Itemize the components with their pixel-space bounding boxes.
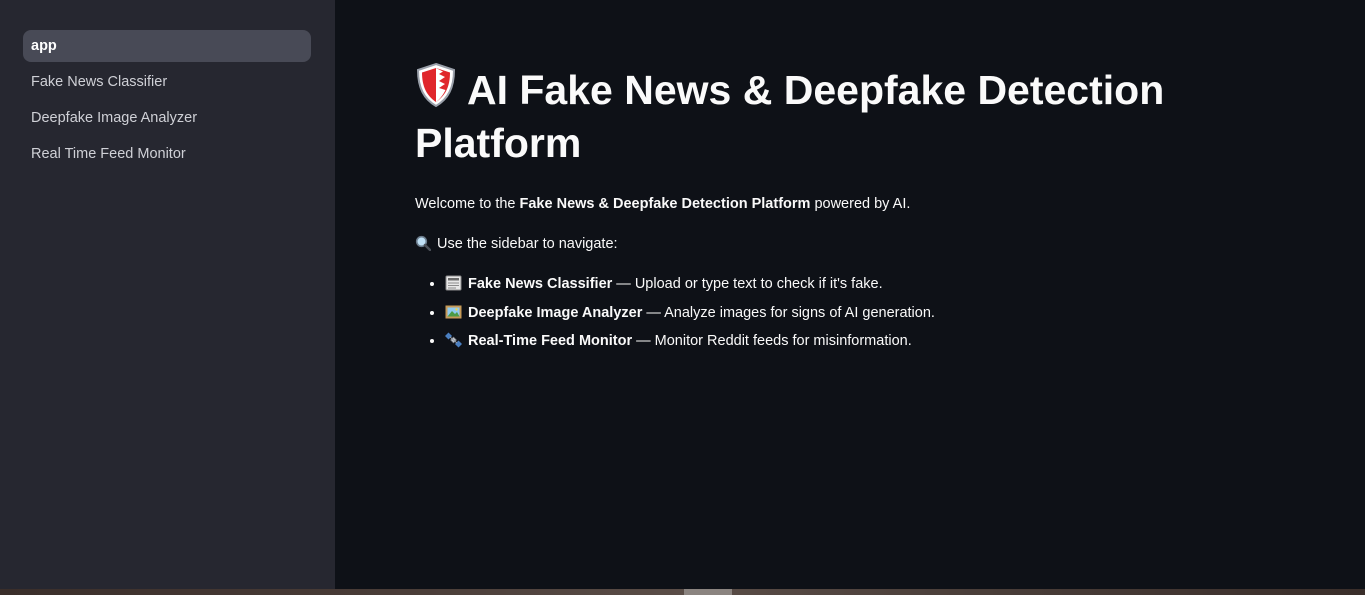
- welcome-suffix: powered by AI.: [810, 196, 911, 212]
- list-item: Fake News Classifier — Upload or type te…: [445, 274, 1215, 294]
- feature-name: Deepfake Image Analyzer: [468, 304, 643, 321]
- app-window: app Fake News Classifier Deepfake Image …: [0, 0, 1365, 595]
- content-block: AI Fake News & Deepfake Detection Platfo…: [415, 62, 1215, 360]
- main-content: AI Fake News & Deepfake Detection Platfo…: [335, 0, 1365, 589]
- bottom-scrollbar-thumb[interactable]: [684, 589, 732, 595]
- sidebar-item-label: Real Time Feed Monitor: [31, 146, 186, 162]
- nav-hint-text: Use the sidebar to navigate:: [437, 236, 618, 252]
- newspaper-icon: [445, 275, 462, 291]
- feature-desc: — Monitor Reddit feeds for misinformatio…: [632, 333, 912, 349]
- sidebar-item-fake-news-classifier[interactable]: Fake News Classifier: [23, 66, 311, 98]
- sidebar-item-label: app: [31, 38, 57, 54]
- sidebar-item-label: Deepfake Image Analyzer: [31, 110, 198, 126]
- welcome-prefix: Welcome to the: [415, 196, 520, 212]
- list-item: Real-Time Feed Monitor — Monitor Reddit …: [445, 331, 1215, 351]
- feature-name: Fake News Classifier: [468, 276, 613, 292]
- sidebar-item-label: Fake News Classifier: [31, 74, 168, 90]
- feature-desc: — Upload or type text to check if it's f…: [612, 276, 883, 292]
- list-item: Deepfake Image Analyzer — Analyze images…: [445, 303, 1215, 323]
- feature-name: Real-Time Feed Monitor: [468, 333, 633, 349]
- sidebar-item-deepfake-image-analyzer[interactable]: Deepfake Image Analyzer: [23, 102, 311, 134]
- sidebar-item-real-time-feed-monitor[interactable]: Real Time Feed Monitor: [23, 138, 311, 170]
- page-title-text: AI Fake News & Deepfake Detection Platfo…: [415, 67, 1165, 166]
- feature-list: Fake News Classifier — Upload or type te…: [415, 274, 1215, 351]
- sidebar-item-app[interactable]: app: [23, 30, 311, 62]
- welcome-platform-name: Fake News & Deepfake Detection Platform: [519, 196, 811, 212]
- satellite-icon: [445, 332, 462, 348]
- nav-hint: Use the sidebar to navigate:: [415, 234, 1215, 254]
- magnifier-icon: [415, 235, 431, 251]
- welcome-text: Welcome to the Fake News & Deepfake Dete…: [415, 194, 1215, 214]
- shield-icon: [416, 62, 456, 108]
- feature-desc: — Analyze images for signs of AI generat…: [642, 304, 935, 321]
- sidebar-nav: app Fake News Classifier Deepfake Image …: [23, 30, 311, 170]
- page-title: AI Fake News & Deepfake Detection Platfo…: [415, 62, 1215, 170]
- framed-picture-icon: [445, 305, 462, 318]
- sidebar: app Fake News Classifier Deepfake Image …: [0, 0, 335, 589]
- bottom-scrollbar-track[interactable]: [0, 589, 1365, 595]
